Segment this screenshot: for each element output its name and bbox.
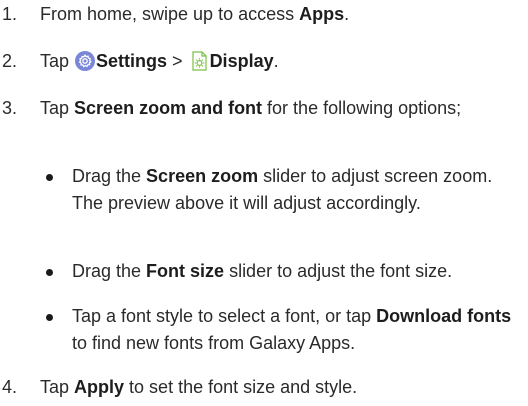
bullet-text-pre: Drag the [72, 166, 147, 186]
display-brightness-icon [189, 51, 209, 71]
bullet-text: Drag the Screen zoom slider to adjust sc… [72, 163, 526, 217]
settings-label: Settings [96, 51, 168, 71]
font-size-label: Font size [146, 261, 225, 281]
step-text-post: . [344, 4, 350, 24]
bullet-dot [46, 174, 53, 181]
bullet-dot [46, 269, 53, 276]
bullet-text: Drag the Font size slider to adjust the … [72, 258, 526, 285]
apply-label: Apply [74, 377, 125, 397]
step-number: 2. [2, 51, 18, 71]
bullet-text: Tap a font style to select a font, or ta… [72, 303, 526, 357]
bullet-text-post: to find new fonts from Galaxy Apps. [72, 333, 356, 353]
step-text-end: . [273, 51, 279, 71]
step-text-post: for the following options; [262, 98, 462, 118]
step-text: From home, swipe up to access Apps. [40, 1, 526, 28]
tap-label: Tap [40, 98, 75, 118]
step-text: Tap Screen zoom and font for the followi… [40, 95, 526, 122]
tap-label: Tap [40, 51, 75, 71]
step-number: 3. [2, 98, 18, 118]
step-text: Tap Apply to set the font size and style… [40, 374, 526, 401]
step-number: 4. [2, 377, 18, 397]
bullet-text-pre: Drag the [72, 261, 147, 281]
step-text-pre: From home, swipe up to access [40, 4, 300, 24]
step-text: Tap Settings > Display. [40, 48, 526, 75]
step-text-post: to set the font size and style. [124, 377, 358, 397]
screen-zoom-label: Screen zoom [146, 166, 259, 186]
separator: > [167, 51, 188, 71]
download-fonts-label: Download fonts [376, 306, 512, 326]
screen-zoom-and-font-label: Screen zoom and font [74, 98, 263, 118]
bullet-dot [46, 314, 53, 321]
apps-label: Apps [299, 4, 345, 24]
instruction-document: 1. From home, swipe up to access Apps. 2… [0, 0, 528, 406]
step-number: 1. [2, 4, 18, 24]
bullet-text-pre: Tap a font style to select a font, or ta… [72, 306, 377, 326]
display-label: Display [209, 51, 274, 71]
tap-label: Tap [40, 377, 75, 397]
bullet-text-post: slider to adjust the font size. [224, 261, 453, 281]
settings-gear-icon [75, 51, 96, 71]
